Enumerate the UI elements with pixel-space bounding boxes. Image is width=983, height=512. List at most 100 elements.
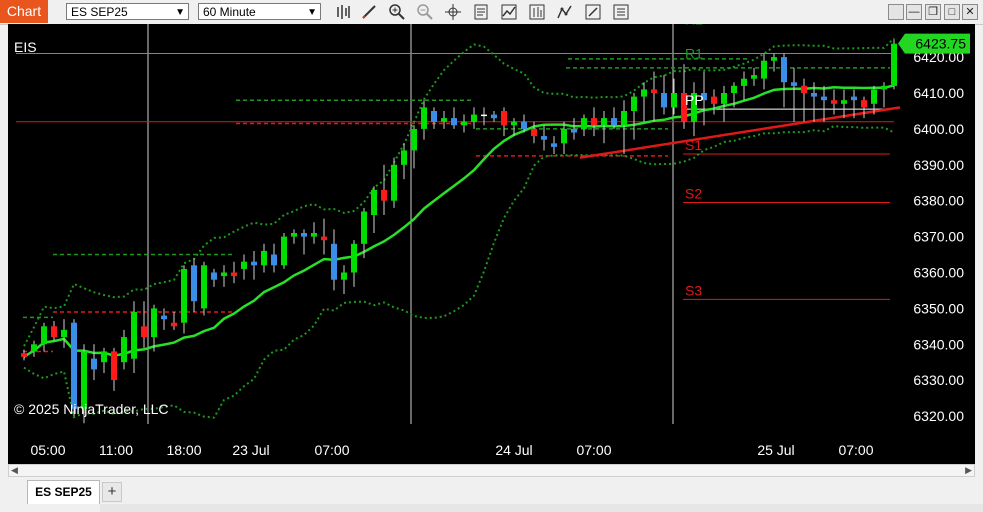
copyright-text: © 2025 NinjaTrader, LLC: [14, 401, 169, 417]
price-axis-tick: 6380.00: [913, 193, 964, 209]
price-axis-tick: 6400.00: [913, 121, 964, 137]
chevron-down-icon: ▼: [307, 7, 317, 18]
minimize-button[interactable]: —: [906, 4, 922, 20]
candle-body: [731, 85, 737, 93]
price-chart-panel[interactable]: R2R1PPS1S2S36420.006410.006400.006390.00…: [8, 24, 975, 464]
horizontal-scrollbar[interactable]: ◀ ▶: [8, 464, 975, 477]
drawing-tools-icon[interactable]: [556, 3, 574, 21]
candle-body: [61, 329, 67, 338]
candle-body: [21, 353, 27, 357]
price-axis-tick: 6340.00: [913, 336, 964, 352]
interval-selector[interactable]: 60 Minute ▼: [198, 3, 321, 20]
add-tab-button[interactable]: +: [102, 482, 122, 502]
candle-body: [741, 78, 747, 86]
candle-body: [571, 128, 577, 133]
lower-band: [23, 124, 895, 419]
chart-app-tab[interactable]: Chart: [0, 0, 48, 23]
chart-trader-icon[interactable]: [612, 3, 630, 21]
time-axis-tick: 11:00: [99, 442, 133, 458]
candlestick-chart[interactable]: R2R1PPS1S2S36420.006410.006400.006390.00…: [8, 24, 975, 464]
time-axis-tick: 24 Jul: [495, 442, 532, 458]
candle-body: [671, 93, 677, 108]
candle-body: [581, 118, 587, 129]
candle-body: [351, 243, 357, 273]
scroll-right-icon[interactable]: ▶: [965, 465, 972, 476]
close-button[interactable]: ✕: [962, 4, 978, 20]
price-axis-tick: 6410.00: [913, 85, 964, 101]
candle-body: [201, 265, 207, 309]
candle-body: [811, 93, 817, 97]
chart-window-toolbar: Chart ES SEP25 ▼ 60 Minute ▼ — ❐ □ ✕: [0, 0, 983, 25]
candle-body: [781, 57, 787, 83]
candle-body: [361, 211, 367, 244]
properties-icon[interactable]: [584, 3, 602, 21]
candle-body: [661, 93, 667, 108]
candle-body: [771, 57, 777, 61]
candle-body: [161, 315, 167, 320]
candle-body: [171, 322, 177, 327]
strategies-icon[interactable]: [528, 3, 546, 21]
restore-button[interactable]: ❐: [925, 4, 941, 20]
pivot-label-s3: S3: [685, 282, 702, 298]
price-axis-tick: 6390.00: [913, 157, 964, 173]
time-axis-tick: 07:00: [838, 442, 873, 458]
tab-es-sep25[interactable]: ES SEP25: [27, 480, 100, 504]
candle-body: [521, 121, 527, 129]
pivot-label-s2: S2: [685, 186, 702, 202]
candle-body: [761, 60, 767, 79]
candle-body: [651, 89, 657, 93]
candle-body: [541, 136, 547, 140]
candle-body: [881, 85, 887, 90]
bar-style-icon[interactable]: [334, 3, 352, 21]
candle-body: [261, 250, 267, 266]
candle-body: [111, 351, 117, 381]
pivot-label-r1: R1: [685, 46, 703, 62]
scroll-left-icon[interactable]: ◀: [11, 465, 18, 476]
candle-body: [621, 111, 627, 126]
grid-icon[interactable]: [888, 4, 904, 20]
candle-body: [421, 107, 427, 129]
price-axis-tick: 6360.00: [913, 265, 964, 281]
candle-body: [601, 118, 607, 126]
indicators-icon[interactable]: [500, 3, 518, 21]
candle-body: [211, 272, 217, 280]
crosshair-icon[interactable]: [444, 3, 462, 21]
price-axis-tick: 6350.00: [913, 300, 964, 316]
zoom-in-icon[interactable]: [388, 3, 406, 21]
candle-body: [871, 89, 877, 104]
candle-body: [631, 96, 637, 111]
candle-body: [311, 233, 317, 237]
candle-body: [471, 114, 477, 122]
candle-body: [501, 111, 507, 126]
candle-body: [231, 272, 237, 277]
candle-body: [291, 233, 297, 237]
candle-body: [611, 118, 617, 126]
candle-body: [821, 96, 827, 101]
candle-body: [411, 128, 417, 151]
candle-body: [461, 121, 467, 126]
instrument-selector[interactable]: ES SEP25 ▼: [66, 3, 189, 20]
time-axis-tick: 18:00: [166, 442, 201, 458]
candle-body: [511, 121, 517, 126]
pencil-icon[interactable]: [360, 3, 378, 21]
tab-strip-background: [100, 504, 983, 512]
candle-body: [71, 322, 77, 409]
candle-body: [141, 326, 147, 338]
candle-body: [401, 150, 407, 165]
time-axis-tick: 25 Jul: [757, 442, 794, 458]
zoom-out-icon[interactable]: [416, 3, 434, 21]
candle-body: [481, 114, 487, 117]
candle-body: [891, 43, 897, 86]
candle-body: [371, 189, 377, 215]
maximize-button[interactable]: □: [944, 4, 960, 20]
candle-body: [861, 100, 867, 108]
candle-body: [271, 254, 277, 266]
candle-body: [551, 143, 557, 147]
candle-body: [791, 82, 797, 86]
candle-body: [121, 337, 127, 363]
trend-line: [579, 106, 901, 159]
candle-body: [91, 358, 97, 370]
data-box-icon[interactable]: [472, 3, 490, 21]
candle-body: [561, 128, 567, 144]
candle-body: [491, 114, 497, 119]
